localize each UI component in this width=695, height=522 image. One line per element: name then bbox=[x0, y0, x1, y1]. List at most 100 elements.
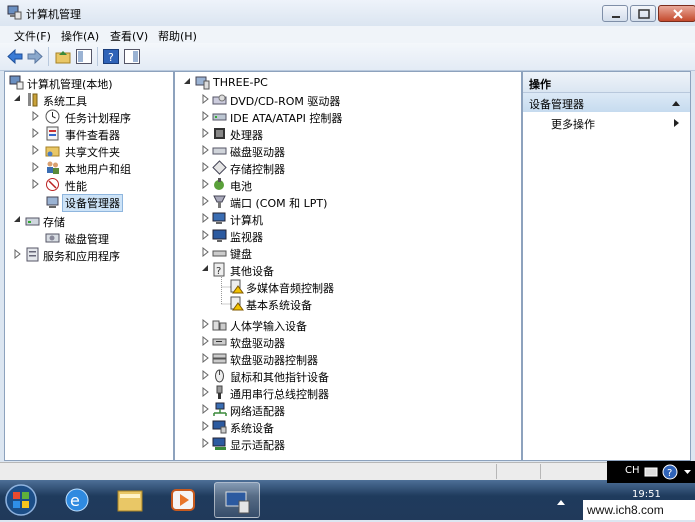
actions-title: 操作 bbox=[529, 78, 551, 91]
svg-text:?: ? bbox=[667, 468, 672, 479]
device-label: IDE ATA/ATAPI 控制器 bbox=[230, 112, 343, 125]
computer-management-icon bbox=[225, 491, 250, 514]
menu-action[interactable]: 操作(A) bbox=[61, 28, 99, 44]
collapsed-triangle-icon[interactable] bbox=[201, 370, 210, 380]
expanded-triangle-icon[interactable] bbox=[201, 264, 210, 274]
computer-management-icon bbox=[9, 75, 24, 90]
forward-arrow-icon[interactable] bbox=[26, 48, 44, 65]
more-actions-item[interactable]: 更多操作 bbox=[523, 114, 690, 132]
collapsed-triangle-icon[interactable] bbox=[201, 404, 210, 414]
collapsed-triangle-icon[interactable] bbox=[201, 196, 210, 206]
submenu-arrow-icon bbox=[674, 119, 679, 127]
expanded-triangle-icon[interactable] bbox=[13, 215, 22, 225]
expanded-triangle-icon[interactable] bbox=[13, 94, 22, 104]
collapsed-triangle-icon[interactable] bbox=[31, 111, 40, 121]
show-hide-tree-icon[interactable] bbox=[75, 48, 93, 65]
minimize-button[interactable] bbox=[602, 5, 628, 22]
collapsed-triangle-icon[interactable] bbox=[31, 162, 40, 172]
device-label: 存储控制器 bbox=[230, 163, 285, 176]
media-player-icon bbox=[171, 489, 195, 511]
device-manager-icon bbox=[46, 196, 59, 208]
clock[interactable]: 19:51 bbox=[632, 489, 661, 500]
disk-drive-icon bbox=[212, 147, 227, 155]
actions-pane: 操作 设备管理器 更多操作 bbox=[522, 71, 691, 461]
maximize-button[interactable] bbox=[630, 5, 656, 22]
device-label: 通用串行总线控制器 bbox=[230, 388, 329, 401]
collapsed-triangle-icon[interactable] bbox=[31, 179, 40, 189]
collapsed-triangle-icon[interactable] bbox=[201, 319, 210, 329]
device-label: 多媒体音频控制器 bbox=[246, 282, 334, 295]
collapsed-triangle-icon[interactable] bbox=[201, 213, 210, 223]
system-device-icon bbox=[212, 420, 227, 434]
collapsed-triangle-icon[interactable] bbox=[201, 336, 210, 346]
help-icon[interactable]: ? bbox=[662, 464, 678, 480]
internet-explorer-icon: e bbox=[65, 488, 89, 512]
tree-label: 磁盘管理 bbox=[65, 233, 109, 246]
expanded-triangle-icon[interactable] bbox=[183, 77, 192, 87]
collapsed-triangle-icon[interactable] bbox=[201, 162, 210, 172]
collapsed-triangle-icon[interactable] bbox=[201, 387, 210, 397]
device-label: 其他设备 bbox=[230, 265, 274, 278]
device-label: 计算机 bbox=[230, 214, 263, 227]
more-actions-label: 更多操作 bbox=[551, 118, 595, 131]
processor-icon bbox=[214, 128, 225, 139]
collapsed-triangle-icon[interactable] bbox=[201, 111, 210, 121]
actions-header: 操作 bbox=[523, 72, 690, 93]
tree-label: 性能 bbox=[65, 180, 87, 193]
services-icon bbox=[26, 247, 39, 262]
menu-help[interactable]: 帮助(H) bbox=[158, 28, 197, 44]
device-label: 人体学输入设备 bbox=[230, 320, 307, 333]
menu-view[interactable]: 查看(V) bbox=[110, 28, 148, 44]
actions-section-device-manager[interactable]: 设备管理器 bbox=[523, 93, 690, 112]
start-button-icon[interactable] bbox=[2, 482, 40, 518]
status-bar bbox=[0, 462, 695, 481]
collapse-up-icon[interactable] bbox=[671, 99, 681, 107]
help-icon[interactable]: ? bbox=[102, 48, 120, 65]
storage-controller-icon bbox=[212, 160, 227, 175]
collapsed-triangle-icon[interactable] bbox=[201, 247, 210, 257]
tools-icon bbox=[28, 93, 38, 107]
show-action-pane-icon[interactable] bbox=[123, 48, 141, 65]
chevron-down-icon[interactable] bbox=[683, 467, 692, 477]
users-icon bbox=[47, 161, 59, 174]
close-button[interactable] bbox=[658, 5, 695, 22]
folder-icon bbox=[117, 490, 143, 512]
collapsed-triangle-icon[interactable] bbox=[201, 94, 210, 104]
collapsed-triangle-icon[interactable] bbox=[31, 128, 40, 138]
title-bar: 计算机管理 bbox=[0, 0, 695, 27]
collapsed-triangle-icon[interactable] bbox=[201, 230, 210, 240]
port-icon bbox=[213, 195, 226, 208]
collapsed-triangle-icon[interactable] bbox=[13, 249, 22, 259]
collapsed-triangle-icon[interactable] bbox=[31, 145, 40, 155]
tree-label: 存储 bbox=[43, 216, 65, 229]
hid-icon bbox=[212, 320, 227, 331]
up-folder-icon[interactable] bbox=[54, 48, 72, 65]
menu-file[interactable]: 文件(F) bbox=[14, 28, 51, 44]
performance-icon bbox=[46, 178, 59, 191]
collapsed-triangle-icon[interactable] bbox=[201, 421, 210, 431]
ide-controller-icon bbox=[212, 113, 227, 121]
taskbar-computer-management-button[interactable] bbox=[214, 482, 260, 518]
collapsed-triangle-icon[interactable] bbox=[201, 353, 210, 363]
svg-text:?: ? bbox=[108, 51, 114, 64]
watermark-text: www.ich8.com bbox=[587, 503, 664, 517]
device-label: 软盘驱动器控制器 bbox=[230, 354, 318, 367]
device-label: 鼠标和其他指针设备 bbox=[230, 371, 329, 384]
warning-device-icon bbox=[230, 279, 244, 294]
language-indicator[interactable]: CH bbox=[625, 465, 640, 476]
device-label: 电池 bbox=[230, 180, 252, 193]
event-viewer-icon bbox=[46, 126, 59, 141]
collapsed-triangle-icon[interactable] bbox=[201, 128, 210, 138]
language-bar[interactable]: CH ? bbox=[607, 461, 695, 483]
taskbar-ie-button[interactable]: e bbox=[54, 482, 100, 518]
collapsed-triangle-icon[interactable] bbox=[201, 179, 210, 189]
collapsed-triangle-icon[interactable] bbox=[201, 438, 210, 448]
tray-expand-icon[interactable] bbox=[556, 498, 566, 508]
taskbar-explorer-button[interactable] bbox=[107, 482, 153, 518]
back-arrow-icon[interactable] bbox=[6, 48, 24, 65]
keyboard-icon[interactable] bbox=[644, 466, 658, 478]
floppy-controller-icon bbox=[212, 353, 227, 364]
disk-management-icon bbox=[45, 233, 60, 243]
collapsed-triangle-icon[interactable] bbox=[201, 145, 210, 155]
taskbar-media-player-button[interactable] bbox=[160, 482, 206, 518]
